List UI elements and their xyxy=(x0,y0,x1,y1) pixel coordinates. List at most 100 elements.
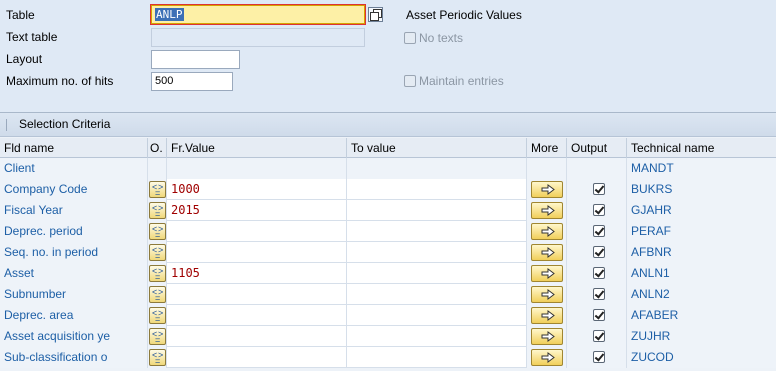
output-checkbox[interactable] xyxy=(593,351,605,363)
multiple-selection-button[interactable] xyxy=(531,244,563,261)
from-value-input[interactable] xyxy=(167,221,347,242)
multiple-selection-button[interactable] xyxy=(531,265,563,282)
output-cell xyxy=(567,158,627,179)
table-row: Subnumber < > = ANLN2 xyxy=(0,284,776,305)
to-value-input[interactable] xyxy=(347,305,527,326)
op-cell: < > = xyxy=(148,200,167,221)
text-table-field xyxy=(151,28,365,47)
selection-criteria-header: Selection Criteria xyxy=(0,113,776,137)
col-more[interactable]: More xyxy=(527,138,567,158)
multiple-selection-button[interactable] xyxy=(531,349,563,366)
output-cell xyxy=(567,179,627,200)
selection-criteria-title: Selection Criteria xyxy=(19,117,111,131)
table-input[interactable]: ANLP xyxy=(150,4,366,25)
multiple-selection-button[interactable] xyxy=(531,286,563,303)
output-checkbox[interactable] xyxy=(593,330,605,342)
op-cell: < > = xyxy=(148,305,167,326)
to-value-input[interactable] xyxy=(347,221,527,242)
from-value-input[interactable] xyxy=(167,284,347,305)
multiple-selection-button[interactable] xyxy=(531,307,563,324)
output-cell xyxy=(567,221,627,242)
technical-name: AFABER xyxy=(627,305,776,326)
multiple-selection-button[interactable] xyxy=(531,181,563,198)
from-value-input[interactable] xyxy=(167,242,347,263)
technical-name: ZUCOD xyxy=(627,347,776,368)
field-name: Asset acquisition ye xyxy=(0,326,148,347)
col-to-value[interactable]: To value xyxy=(347,138,527,158)
output-cell xyxy=(567,305,627,326)
maintain-entries-checkbox-box[interactable] xyxy=(404,75,416,87)
max-hits-input[interactable]: 500 xyxy=(151,72,233,91)
table-row: Client MANDT xyxy=(0,158,776,179)
output-checkbox[interactable] xyxy=(593,183,605,195)
more-cell xyxy=(527,221,567,242)
output-checkbox[interactable] xyxy=(593,309,605,321)
from-value-input[interactable] xyxy=(167,347,347,368)
col-technical-name[interactable]: Technical name xyxy=(627,138,776,158)
arrow-right-icon xyxy=(541,289,555,300)
arrow-right-icon xyxy=(541,331,555,342)
technical-name: GJAHR xyxy=(627,200,776,221)
from-value-input[interactable] xyxy=(167,326,347,347)
output-cell xyxy=(567,326,627,347)
op-cell: < > = xyxy=(148,284,167,305)
col-fld-name[interactable]: Fld name xyxy=(0,138,148,158)
selection-option-icon[interactable]: < > = xyxy=(149,328,166,345)
selection-option-icon[interactable]: < > = xyxy=(149,244,166,261)
selection-grid: Fld name O. Fr.Value To value More Outpu… xyxy=(0,138,776,368)
to-value-input[interactable] xyxy=(347,326,527,347)
from-value-cell xyxy=(167,158,347,179)
technical-name: ANLN2 xyxy=(627,284,776,305)
to-value-input[interactable] xyxy=(347,263,527,284)
arrow-right-icon xyxy=(541,352,555,363)
output-cell xyxy=(567,347,627,368)
output-cell xyxy=(567,200,627,221)
col-op[interactable]: O. xyxy=(148,138,167,158)
layout-input[interactable] xyxy=(151,50,240,69)
selection-option-icon[interactable]: < > = xyxy=(149,181,166,198)
from-value-input[interactable]: 2015 xyxy=(167,200,347,221)
to-value-input[interactable] xyxy=(347,179,527,200)
output-checkbox[interactable] xyxy=(593,267,605,279)
field-name: Client xyxy=(0,158,148,179)
selection-option-icon[interactable]: < > = xyxy=(149,307,166,324)
from-value-input[interactable]: 1000 xyxy=(167,179,347,200)
multiple-selection-button[interactable] xyxy=(531,223,563,240)
field-name: Seq. no. in period xyxy=(0,242,148,263)
output-checkbox[interactable] xyxy=(593,246,605,258)
field-name: Fiscal Year xyxy=(0,200,148,221)
selection-option-icon[interactable]: < > = xyxy=(149,202,166,219)
output-cell xyxy=(567,284,627,305)
more-cell xyxy=(527,326,567,347)
section-bracket-icon xyxy=(6,119,12,131)
field-name: Deprec. area xyxy=(0,305,148,326)
from-value-input[interactable]: 1105 xyxy=(167,263,347,284)
selection-option-icon[interactable]: < > = xyxy=(149,265,166,282)
multiple-selection-button[interactable] xyxy=(531,202,563,219)
selection-option-icon[interactable]: < > = xyxy=(149,286,166,303)
no-texts-checkbox-box[interactable] xyxy=(404,32,416,44)
output-checkbox[interactable] xyxy=(593,225,605,237)
output-checkbox[interactable] xyxy=(593,204,605,216)
value-help-icon[interactable] xyxy=(368,7,383,22)
arrow-right-icon xyxy=(541,226,555,237)
to-value-input[interactable] xyxy=(347,347,527,368)
multiple-selection-button[interactable] xyxy=(531,328,563,345)
selection-option-icon[interactable]: < > = xyxy=(149,223,166,240)
technical-name: MANDT xyxy=(627,158,776,179)
maintain-entries-checkbox[interactable]: Maintain entries xyxy=(404,72,504,90)
table-row: Seq. no. in period < > = AFBNR xyxy=(0,242,776,263)
col-output[interactable]: Output xyxy=(567,138,627,158)
to-value-input[interactable] xyxy=(347,200,527,221)
selection-option-icon[interactable]: < > = xyxy=(149,349,166,366)
op-cell: < > = xyxy=(148,242,167,263)
to-value-input[interactable] xyxy=(347,242,527,263)
no-texts-label: No texts xyxy=(419,31,464,45)
to-value-input[interactable] xyxy=(347,284,527,305)
no-texts-checkbox[interactable]: No texts xyxy=(404,29,463,47)
table-row: Fiscal Year < > = 2015 GJAHR xyxy=(0,200,776,221)
from-value-input[interactable] xyxy=(167,305,347,326)
col-fr-value[interactable]: Fr.Value xyxy=(167,138,347,158)
output-checkbox[interactable] xyxy=(593,288,605,300)
more-cell xyxy=(527,305,567,326)
